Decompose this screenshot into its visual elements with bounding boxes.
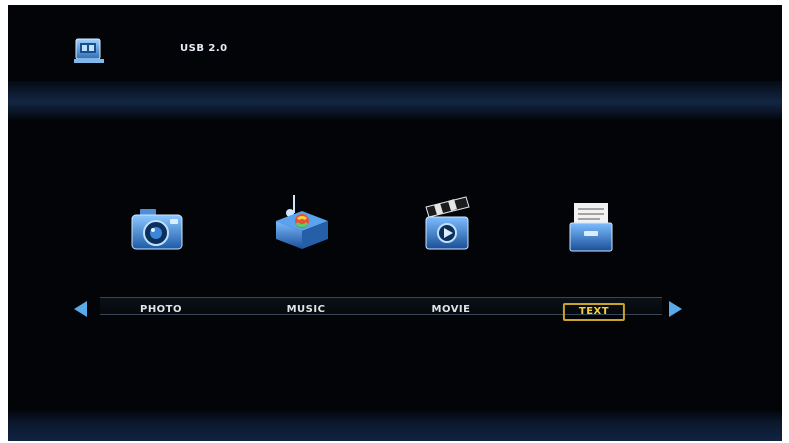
arrow-left-icon[interactable] xyxy=(74,301,87,317)
arrow-right-icon[interactable] xyxy=(669,301,682,317)
clapperboard-icon[interactable] xyxy=(416,193,478,255)
menu-item-movie[interactable]: MOVIE xyxy=(432,304,471,315)
menu-item-music[interactable]: MUSIC xyxy=(287,304,326,315)
device-label: USB 2.0 xyxy=(180,43,228,54)
document-folder-icon[interactable] xyxy=(560,197,622,259)
menu-item-text[interactable]: TEXT xyxy=(562,303,626,321)
usb-device-icon xyxy=(74,37,104,65)
menu-item-photo[interactable]: PHOTO xyxy=(140,304,182,315)
header-band xyxy=(8,81,782,119)
music-box-icon[interactable] xyxy=(270,191,332,253)
footer-band xyxy=(8,411,782,441)
camera-icon[interactable] xyxy=(126,197,188,259)
media-player-screen: USB 2.0 PHOTO MUSIC MOVIE TEXT xyxy=(8,5,782,441)
